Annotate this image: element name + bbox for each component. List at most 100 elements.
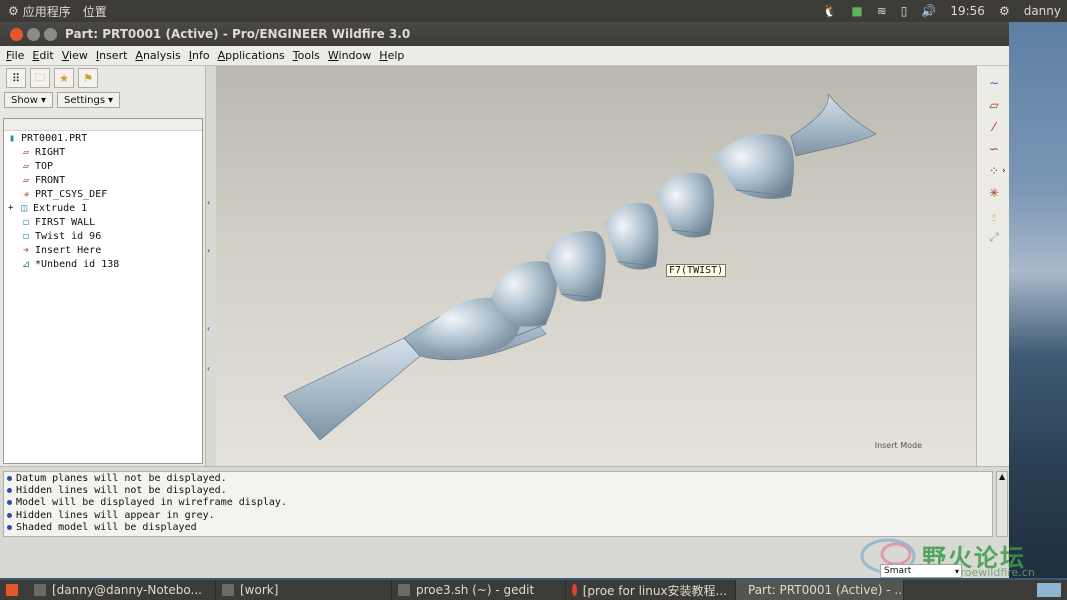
scroll-up-icon[interactable]: ▲ xyxy=(999,472,1005,481)
tree-item-extrude[interactable]: + ◫ Extrude 1 xyxy=(4,201,202,215)
menu-applications[interactable]: Applications xyxy=(218,49,285,62)
graphics-window[interactable]: F7(TWIST) Insert Mode xyxy=(216,66,976,466)
datum-curve-tool-icon[interactable]: ∽ xyxy=(985,140,1003,158)
collapse-right-icon[interactable]: › xyxy=(207,246,210,255)
menu-analysis[interactable]: Analysis xyxy=(135,49,180,62)
user-name[interactable]: danny xyxy=(1024,4,1061,18)
tree-header xyxy=(4,119,202,131)
tree-controls: Show ▾ Settings ▾ xyxy=(0,90,205,110)
task-gedit[interactable]: proe3.sh (~) - gedit xyxy=(392,580,566,600)
message-scrollbar[interactable]: ▲ xyxy=(996,471,1008,537)
tree-item-csys[interactable]: ✳ PRT_CSYS_DEF xyxy=(4,187,202,201)
menu-edit[interactable]: Edit xyxy=(32,49,53,62)
workspace-switcher[interactable] xyxy=(1037,583,1061,597)
window-titlebar[interactable]: Part: PRT0001 (Active) - Pro/ENGINEER Wi… xyxy=(0,22,1009,46)
terminal-icon xyxy=(34,584,46,596)
filter-select[interactable]: Smart ▾ xyxy=(880,564,962,578)
menu-view[interactable]: View xyxy=(62,49,88,62)
wifi-icon[interactable]: ≋ xyxy=(877,4,887,18)
datum-axis-tool-icon[interactable]: ⁄ xyxy=(985,118,1003,136)
model-tree: ▮ PRT0001.PRT ▱ RIGHT ▱ TOP ▱ FRONT ✳ PR… xyxy=(3,118,203,464)
datum-plane-icon: ▱ xyxy=(22,160,30,172)
menu-info[interactable]: Info xyxy=(189,49,210,62)
gear-icon[interactable]: ⚙ xyxy=(8,4,19,18)
volume-icon[interactable]: 🔊 xyxy=(921,4,936,18)
expand-icon[interactable]: + xyxy=(8,203,18,213)
navigator-panel: ⠿ 🗀 ★ ⚑ Show ▾ Settings ▾ ▮ PRT0001.PRT … xyxy=(0,66,206,466)
task-proe[interactable]: Part: PRT0001 (Active) - ... xyxy=(736,580,904,600)
menu-help[interactable]: Help xyxy=(379,49,404,62)
tree-item-insert-here[interactable]: ➔ Insert Here xyxy=(4,243,202,257)
twist-icon: ◻ xyxy=(22,230,30,242)
info-bullet-icon xyxy=(7,512,12,518)
panel-splitter[interactable]: ‹ › ‹ ‹ xyxy=(206,66,216,466)
flyout-arrow-icon[interactable]: › xyxy=(1002,166,1006,176)
task-terminal[interactable]: [danny@danny-Notebo... xyxy=(28,580,216,600)
collapse-left-icon[interactable]: ‹ xyxy=(207,364,210,373)
settings-dropdown[interactable]: Settings ▾ xyxy=(57,92,121,108)
mode-indicator: Insert Mode xyxy=(874,441,922,450)
places-menu[interactable]: 位置 xyxy=(83,3,107,20)
task-browser[interactable]: [proe for linux安装教程... xyxy=(566,580,736,600)
info-bullet-icon xyxy=(7,525,12,531)
task-label: proe3.sh (~) - gedit xyxy=(416,583,535,597)
model-tree-tab-icon[interactable]: ⠿ xyxy=(6,68,26,88)
message-text: Hidden lines will not be displayed. xyxy=(16,485,227,497)
minimize-window-button[interactable] xyxy=(27,27,40,41)
update-icon[interactable]: ■ xyxy=(851,4,862,18)
tree-item-right[interactable]: ▱ RIGHT xyxy=(4,145,202,159)
show-label: Show xyxy=(11,94,38,106)
connections-tab-icon[interactable]: ⚑ xyxy=(78,68,98,88)
collapse-left-icon[interactable]: ‹ xyxy=(207,324,210,333)
session-gear-icon[interactable]: ⚙ xyxy=(999,4,1010,18)
chevron-down-icon: ▾ xyxy=(40,94,47,106)
menu-file[interactable]: File xyxy=(6,49,24,62)
tree-item-twist[interactable]: ◻ Twist id 96 xyxy=(4,229,202,243)
chevron-down-icon: ▾ xyxy=(108,94,114,106)
csys-icon: ✳ xyxy=(22,188,30,200)
menu-window[interactable]: Window xyxy=(328,49,371,62)
insert-arrow-icon: ➔ xyxy=(22,244,30,256)
twist-lobe xyxy=(656,172,714,238)
tux-icon[interactable]: 🐧 xyxy=(822,4,837,18)
tree-item-top[interactable]: ▱ TOP xyxy=(4,159,202,173)
tree-item-part[interactable]: ▮ PRT0001.PRT xyxy=(4,131,202,145)
task-label: Part: PRT0001 (Active) - ... xyxy=(748,583,904,597)
maximize-window-button[interactable] xyxy=(44,27,57,41)
csys-tool-icon[interactable]: ✳ xyxy=(985,184,1003,202)
chrome-icon xyxy=(572,584,577,596)
tree-item-label: PRT_CSYS_DEF xyxy=(35,188,108,200)
tree-item-unbend[interactable]: ⊿ *Unbend id 138 xyxy=(4,257,202,271)
datum-point-tool-icon[interactable]: ⁘ xyxy=(985,162,1003,180)
folder-browser-tab-icon[interactable]: 🗀 xyxy=(30,68,50,88)
tree-item-label: RIGHT xyxy=(35,146,66,158)
close-window-button[interactable] xyxy=(10,27,23,41)
show-desktop-icon[interactable] xyxy=(6,584,18,596)
unbend-icon: ⊿ xyxy=(21,258,31,270)
tree-item-label: TOP xyxy=(35,160,54,172)
battery-icon[interactable]: ▯ xyxy=(901,4,908,18)
twist-lobe xyxy=(604,202,659,270)
extrude-icon: ◫ xyxy=(20,202,28,214)
show-dropdown[interactable]: Show ▾ xyxy=(4,92,54,108)
message-text: Model will be displayed in wireframe dis… xyxy=(16,497,287,509)
twisted-strip-model[interactable] xyxy=(216,66,976,466)
favorites-tab-icon[interactable]: ★ xyxy=(54,68,74,88)
sketch-curve-icon[interactable]: ∼ xyxy=(985,74,1003,92)
task-label: [danny@danny-Notebo... xyxy=(52,583,202,597)
info-bullet-icon xyxy=(7,500,12,506)
task-work[interactable]: [work] xyxy=(216,580,392,600)
tree-item-front[interactable]: ▱ FRONT xyxy=(4,173,202,187)
clock[interactable]: 19:56 xyxy=(950,4,985,18)
datum-toolbar: ∼ ▱ ⁄ ∽ ⁘ ✳ ⍛ ⤢ › xyxy=(976,66,1009,466)
tree-item-first-wall[interactable]: ◻ FIRST WALL xyxy=(4,215,202,229)
info-bullet-icon xyxy=(7,488,12,494)
analysis-tool-icon[interactable]: ⍛ xyxy=(985,206,1003,224)
collapse-left-icon[interactable]: ‹ xyxy=(207,198,210,207)
datum-plane-tool-icon[interactable]: ▱ xyxy=(985,96,1003,114)
message-text: Shaded model will be displayed xyxy=(16,522,197,534)
menu-tools[interactable]: Tools xyxy=(293,49,320,62)
menu-insert[interactable]: Insert xyxy=(96,49,128,62)
apps-menu[interactable]: 应用程序 xyxy=(23,3,71,20)
twist-lobe xyxy=(714,134,794,199)
